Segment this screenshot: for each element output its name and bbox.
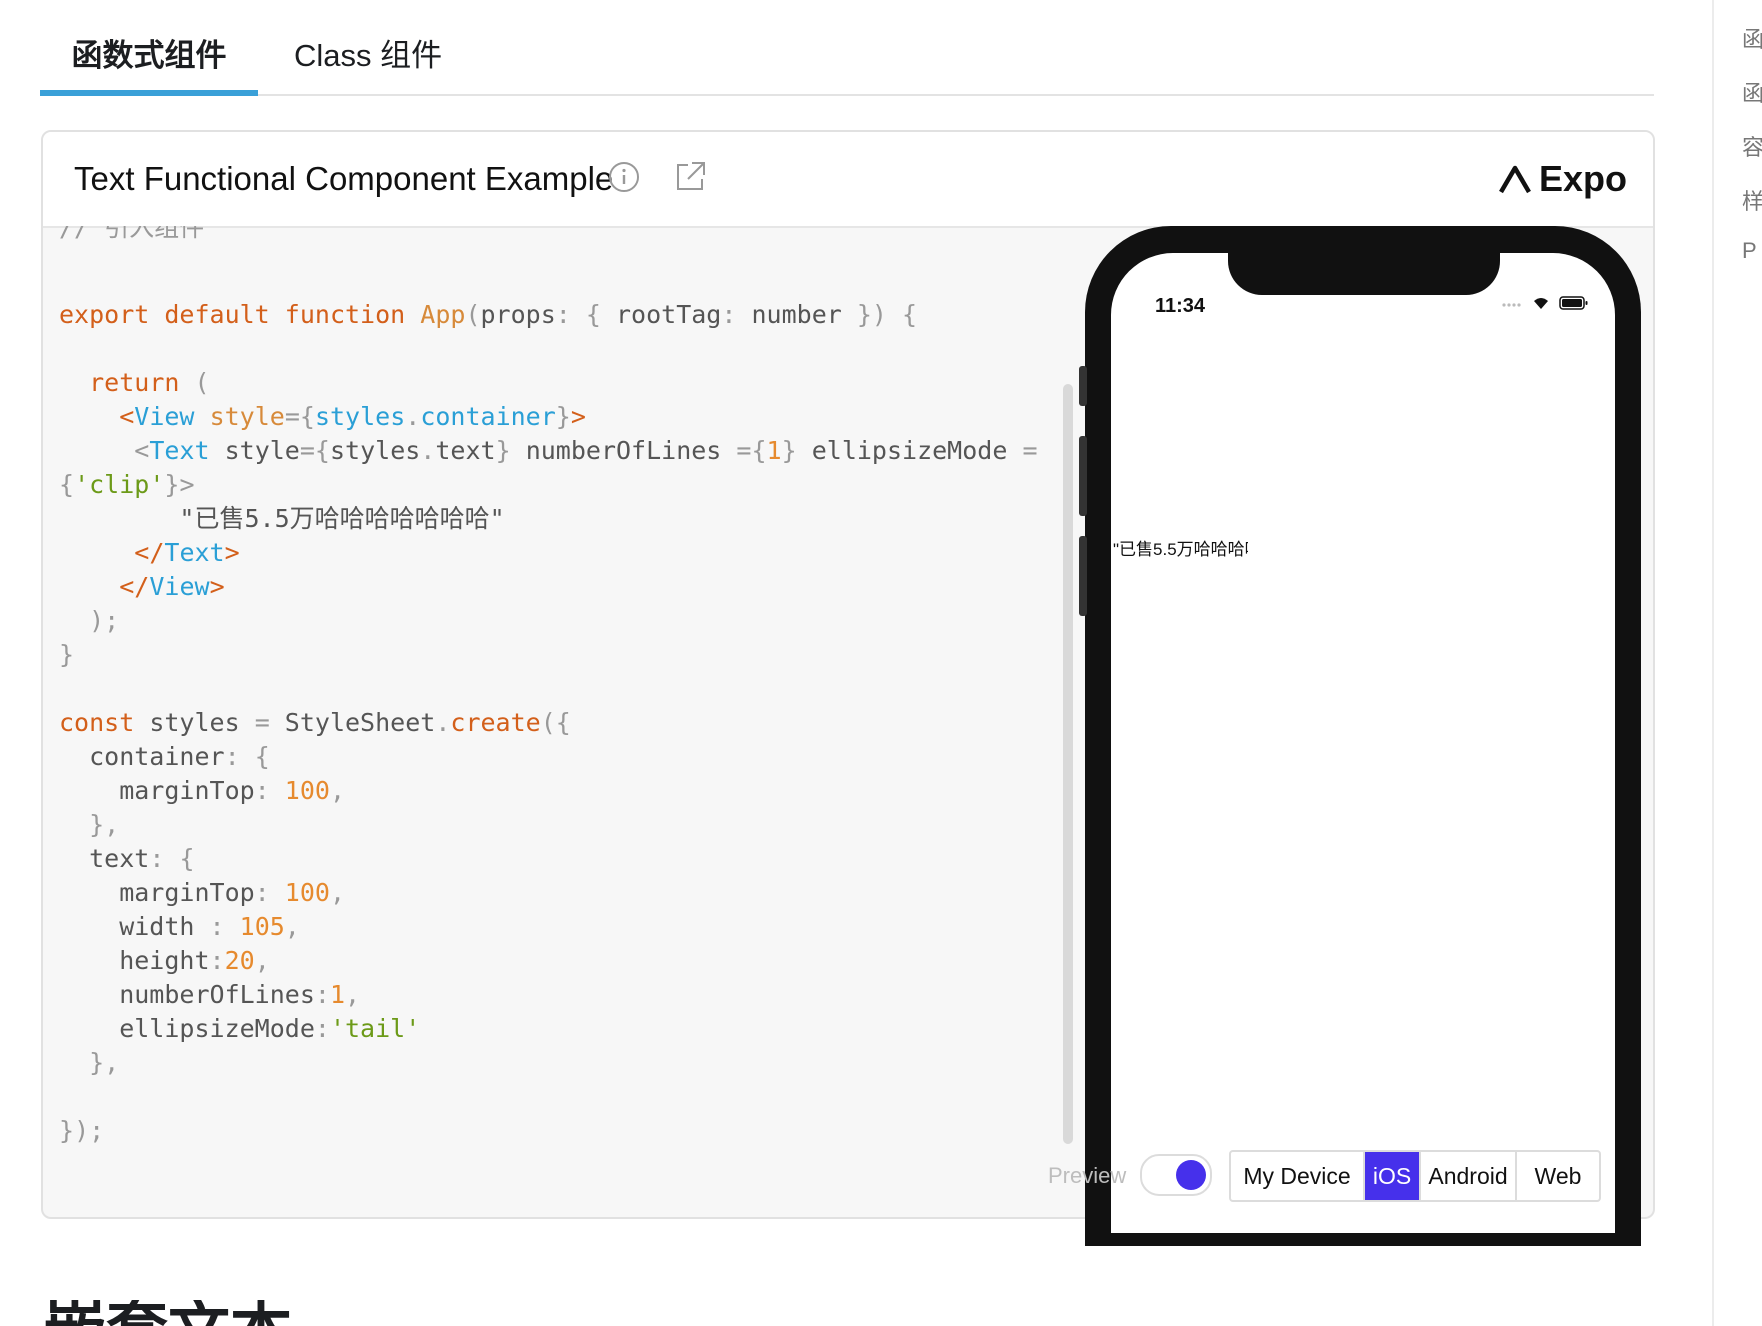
code-line: <View style={styles.container}> [119, 402, 586, 431]
card-title: Text Functional Component Example [74, 160, 614, 197]
code-line: width : 105, [59, 912, 300, 941]
code-cutoff-line: // 引入组件 [59, 226, 359, 240]
active-tab-indicator [40, 90, 258, 96]
wifi-icon [1534, 298, 1548, 309]
toc-item[interactable]: 容 [1742, 130, 1762, 162]
preview-toggle-knob [1176, 1160, 1206, 1190]
toc-divider [1712, 0, 1714, 1326]
code-line: marginTop: 100, [59, 776, 346, 805]
expo-label: Expo [1538, 158, 1627, 199]
toc-item[interactable]: P [1742, 238, 1762, 264]
platform-web[interactable]: Web [1517, 1152, 1599, 1200]
external-link-icon[interactable] [674, 159, 708, 193]
toc-item[interactable]: 函 [1742, 76, 1762, 108]
code-line: }); [59, 1116, 105, 1145]
code-line: ellipsizeMode:'tail' [59, 1014, 421, 1043]
code-editor[interactable]: export default function App(props: { roo… [59, 264, 1038, 1148]
phone-side-button [1079, 436, 1087, 516]
phone-screen[interactable]: 11:34 "已售5.5万哈哈哈哈哈哈哈" [1111, 253, 1615, 1233]
code-line: } [59, 640, 75, 669]
code-line: export default function App(props: { roo… [59, 300, 918, 329]
platform-my-device[interactable]: My Device [1231, 1152, 1365, 1200]
ios-phone-preview: 11:34 "已售5.5万哈哈哈哈哈哈哈" [1079, 226, 1645, 1246]
expo-chevron-icon [1499, 165, 1531, 194]
info-icon[interactable] [608, 161, 640, 193]
phone-notch [1228, 253, 1500, 295]
phone-side-button [1079, 366, 1087, 406]
expo-logo[interactable]: Expo [1499, 158, 1627, 200]
status-time: 11:34 [1155, 295, 1206, 317]
code-line: height:20, [59, 946, 270, 975]
phone-side-button [1079, 536, 1087, 616]
section-heading: 嵌套文本 [44, 1300, 344, 1326]
code-line: {'clip'}> [59, 470, 195, 499]
toc-item[interactable]: 样 [1742, 184, 1762, 216]
code-line: numberOfLines:1, [59, 980, 361, 1009]
tab-functional[interactable]: 函数式组件 [40, 30, 258, 92]
platform-selector: My Device iOS Android Web [1229, 1150, 1601, 1202]
component-tabs: 函数式组件 Class 组件 [40, 0, 1654, 96]
signal-icon [1502, 303, 1521, 307]
tab-class[interactable]: Class 组件 [294, 30, 442, 92]
code-line: }, [89, 1048, 120, 1077]
platform-ios[interactable]: iOS [1365, 1152, 1421, 1200]
toc-item[interactable]: 函 [1742, 22, 1762, 54]
code-line: </Text> [134, 538, 240, 567]
battery-icon [1559, 296, 1588, 310]
code-scrollbar[interactable] [1063, 384, 1073, 1144]
card-header: Text Functional Component Example Expo [43, 132, 1653, 228]
code-line: return ( [89, 368, 210, 397]
status-icons [1501, 295, 1589, 311]
preview-toggle[interactable] [1140, 1154, 1212, 1196]
code-line: <Text style={styles.text} numberOfLines … [134, 436, 1038, 465]
code-line: ); [89, 606, 120, 635]
code-line: marginTop: 100, [59, 878, 346, 907]
code-line: container: { [59, 742, 270, 771]
rendered-text: "已售5.5万哈哈哈哈哈哈哈" [1113, 540, 1248, 559]
code-line: </View> [119, 572, 225, 601]
preview-label: Preview [1048, 1163, 1127, 1188]
code-line: "已售5.5万哈哈哈哈哈哈哈" [59, 504, 505, 533]
platform-android[interactable]: Android [1421, 1152, 1517, 1200]
code-line: const styles = StyleSheet.create({ [59, 708, 571, 737]
code-line: text: { [59, 844, 195, 873]
code-line: }, [89, 810, 120, 839]
